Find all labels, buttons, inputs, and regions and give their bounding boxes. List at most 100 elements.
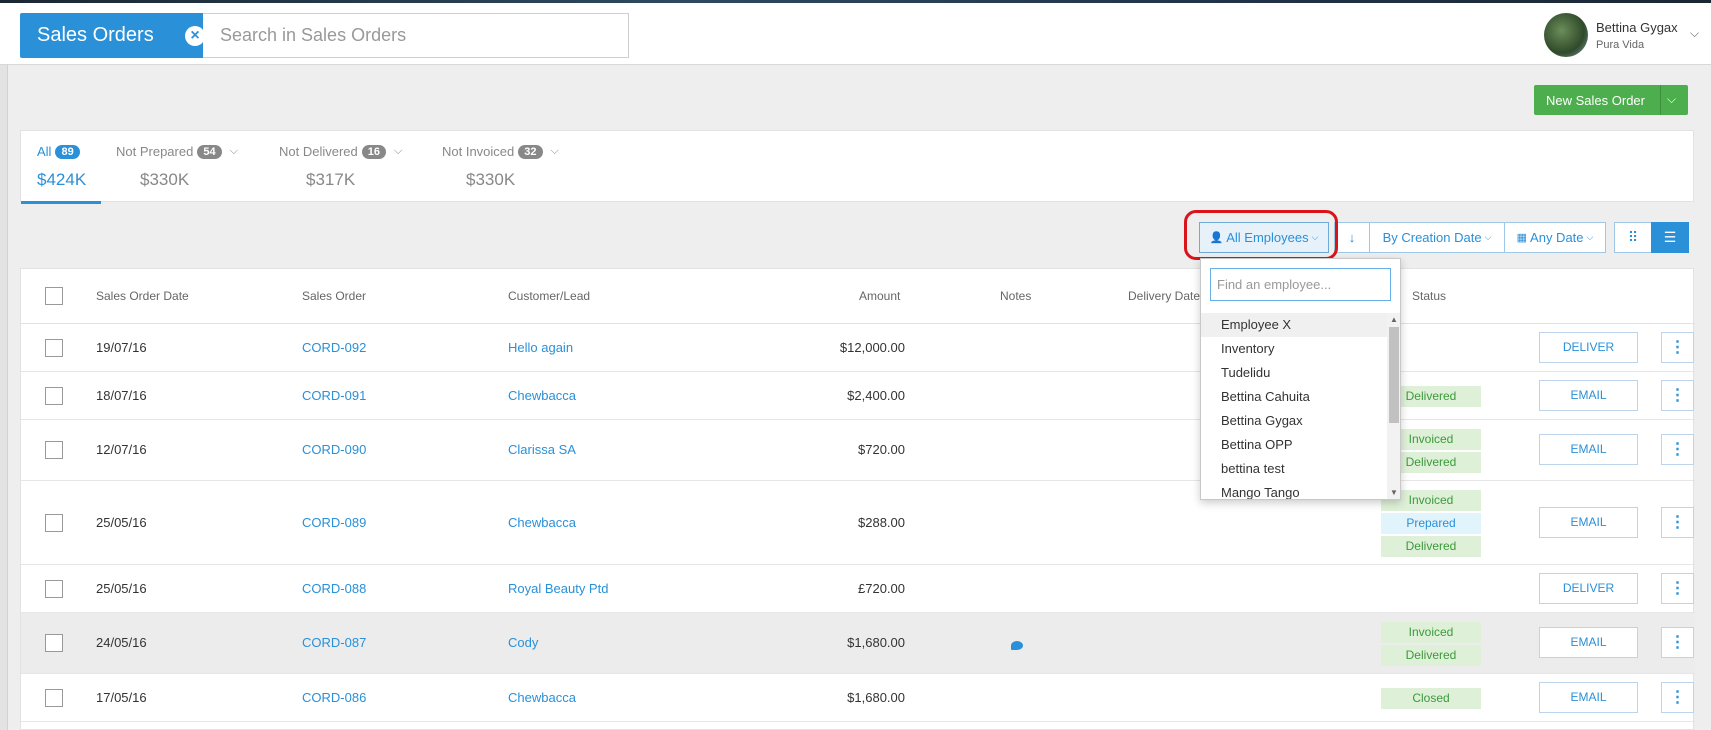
email-button[interactable]: EMAIL — [1539, 627, 1638, 658]
table-row[interactable]: 25/05/16 CORD-089 Chewbacca $288.00 Invo… — [21, 481, 1695, 565]
employee-option[interactable]: bettina test — [1201, 457, 1387, 481]
tab-not-delivered[interactable]: Not Delivered 16 ⌵ $317K — [263, 131, 423, 203]
tab-name: Not Prepared — [116, 144, 194, 159]
employee-dropdown: Find an employee... Employee X Inventory… — [1200, 258, 1401, 500]
row-checkbox[interactable] — [45, 441, 63, 459]
sort-direction-button[interactable]: ↓ — [1334, 222, 1370, 253]
table-row[interactable]: 24/05/16 CORD-087 Cody $1,680.00 Invoice… — [21, 613, 1695, 674]
row-checkbox[interactable] — [45, 634, 63, 652]
employee-option[interactable]: Tudelidu — [1201, 361, 1387, 385]
chevron-down-icon[interactable]: ⌵ — [551, 145, 559, 158]
column-header-status[interactable]: Status — [1412, 289, 1446, 303]
email-button[interactable]: EMAIL — [1539, 682, 1638, 713]
row-checkbox[interactable] — [45, 514, 63, 532]
order-amount: £720.00 — [858, 581, 905, 596]
column-header-delivery-date[interactable]: Delivery Date — [1128, 289, 1200, 303]
customer-link[interactable]: Hello again — [508, 340, 573, 355]
deliver-button[interactable]: DELIVER — [1539, 573, 1638, 604]
employee-search-input[interactable]: Find an employee... — [1210, 268, 1391, 301]
note-bubble-icon[interactable] — [1011, 641, 1023, 650]
row-checkbox[interactable] — [45, 580, 63, 598]
employee-option[interactable]: Employee X — [1201, 313, 1387, 337]
row-checkbox[interactable] — [45, 689, 63, 707]
table-row[interactable]: 19/07/16 CORD-092 Hello again $12,000.00… — [21, 324, 1695, 372]
close-icon[interactable]: × — [185, 26, 205, 46]
chevron-down-icon[interactable]: ⌵ — [394, 145, 402, 158]
more-actions-icon[interactable]: ⋮ — [1661, 332, 1694, 363]
chevron-down-icon[interactable]: ⌵ — [230, 145, 238, 158]
tab-not-invoiced[interactable]: Not Invoiced 32 ⌵ $330K — [426, 131, 586, 203]
customer-link[interactable]: Clarissa SA — [508, 442, 576, 457]
tab-count-badge: 54 — [197, 144, 222, 159]
order-link[interactable]: CORD-088 — [302, 581, 366, 596]
table-header: Sales Order Date Sales Order Customer/Le… — [21, 269, 1695, 324]
chevron-down-icon[interactable]: ⌵ — [1667, 92, 1676, 107]
customer-link[interactable]: Chewbacca — [508, 388, 576, 403]
column-header-order[interactable]: Sales Order — [302, 289, 366, 303]
employee-option[interactable]: Bettina Gygax — [1201, 409, 1387, 433]
tab-amount: $317K — [306, 170, 356, 189]
order-date: 18/07/16 — [96, 388, 147, 403]
table-row[interactable]: 25/05/16 CORD-088 Royal Beauty Ptd £720.… — [21, 565, 1695, 613]
employee-option[interactable]: Mango Tango — [1201, 481, 1387, 499]
more-actions-icon[interactable]: ⋮ — [1661, 507, 1694, 538]
tab-not-prepared[interactable]: Not Prepared 54 ⌵ $330K — [100, 131, 260, 203]
module-title-chip[interactable]: Sales Orders × — [20, 13, 205, 58]
column-header-customer[interactable]: Customer/Lead — [508, 289, 590, 303]
search-input[interactable]: Search in Sales Orders — [203, 13, 629, 58]
button-divider — [1660, 85, 1661, 115]
email-button[interactable]: EMAIL — [1539, 380, 1638, 411]
order-link[interactable]: CORD-090 — [302, 442, 366, 457]
order-amount: $2,400.00 — [847, 388, 905, 403]
scrollbar-thumb[interactable] — [1389, 327, 1399, 423]
email-button[interactable]: EMAIL — [1539, 507, 1638, 538]
tab-all[interactable]: All 89 $424K — [21, 131, 101, 204]
sales-orders-table: Sales Order Date Sales Order Customer/Le… — [20, 268, 1695, 730]
order-link[interactable]: CORD-087 — [302, 635, 366, 650]
grid-view-button[interactable]: ⠿ — [1614, 222, 1652, 253]
more-actions-icon[interactable]: ⋮ — [1661, 573, 1694, 604]
table-row[interactable]: 17/05/16 CORD-086 Chewbacca $1,680.00 Cl… — [21, 674, 1695, 722]
date-filter-button[interactable]: ▦ Any Date ⌵ — [1504, 222, 1606, 253]
sort-by-button[interactable]: By Creation Date ⌵ — [1369, 222, 1505, 253]
order-link[interactable]: CORD-089 — [302, 515, 366, 530]
more-actions-icon[interactable]: ⋮ — [1661, 434, 1694, 465]
row-checkbox[interactable] — [45, 387, 63, 405]
email-button[interactable]: EMAIL — [1539, 434, 1638, 465]
order-link[interactable]: CORD-092 — [302, 340, 366, 355]
list-view-button[interactable]: ☰ — [1651, 222, 1689, 253]
customer-link[interactable]: Chewbacca — [508, 690, 576, 705]
table-row[interactable]: 12/07/16 CORD-090 Clarissa SA $720.00 In… — [21, 420, 1695, 481]
user-menu[interactable]: Bettina Gygax Pura Vida ⌵ — [1544, 13, 1704, 58]
customer-link[interactable]: Royal Beauty Ptd — [508, 581, 608, 596]
select-all-checkbox[interactable] — [45, 287, 63, 305]
new-sales-order-button[interactable]: New Sales Order ⌵ — [1534, 85, 1688, 115]
employee-option[interactable]: Inventory — [1201, 337, 1387, 361]
order-link[interactable]: CORD-086 — [302, 690, 366, 705]
table-row[interactable]: 18/07/16 CORD-091 Chewbacca $2,400.00 De… — [21, 372, 1695, 420]
tab-count-badge: 32 — [518, 144, 543, 159]
customer-link[interactable]: Cody — [508, 635, 538, 650]
column-header-amount[interactable]: Amount — [859, 289, 900, 303]
scroll-up-icon[interactable]: ▲ — [1390, 315, 1398, 324]
order-date: 25/05/16 — [96, 581, 147, 596]
column-header-notes[interactable]: Notes — [1000, 289, 1031, 303]
calendar-icon: ▦ — [1516, 232, 1528, 244]
order-date: 24/05/16 — [96, 635, 147, 650]
column-header-date[interactable]: Sales Order Date — [96, 289, 189, 303]
tab-amount: $330K — [466, 170, 516, 189]
sort-arrow-icon: ↓ — [1348, 230, 1356, 245]
more-actions-icon[interactable]: ⋮ — [1661, 682, 1694, 713]
order-link[interactable]: CORD-091 — [302, 388, 366, 403]
dropdown-scrollbar[interactable]: ▲ ▼ — [1387, 313, 1400, 499]
app-header: Sales Orders × Search in Sales Orders Be… — [0, 3, 1711, 65]
more-actions-icon[interactable]: ⋮ — [1661, 380, 1694, 411]
deliver-button[interactable]: DELIVER — [1539, 332, 1638, 363]
row-checkbox[interactable] — [45, 339, 63, 357]
tab-count-badge: 16 — [361, 144, 387, 159]
employee-option[interactable]: Bettina Cahuita — [1201, 385, 1387, 409]
customer-link[interactable]: Chewbacca — [508, 515, 576, 530]
more-actions-icon[interactable]: ⋮ — [1661, 627, 1694, 658]
scroll-down-icon[interactable]: ▼ — [1390, 488, 1398, 497]
employee-option[interactable]: Bettina OPP — [1201, 433, 1387, 457]
